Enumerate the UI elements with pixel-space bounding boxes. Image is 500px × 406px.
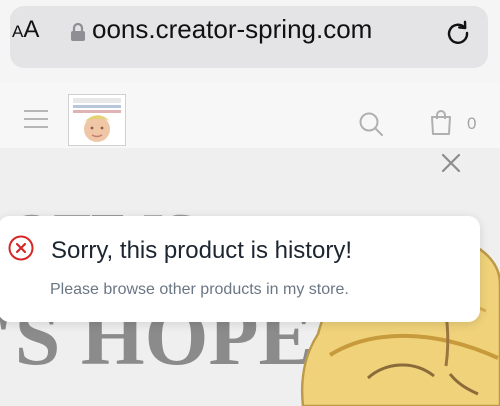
menu-icon[interactable]: [24, 110, 48, 128]
reload-icon[interactable]: [444, 19, 472, 47]
shopping-bag-icon[interactable]: [428, 108, 454, 136]
lock-icon: [71, 22, 85, 41]
text-size-button[interactable]: AA: [12, 16, 39, 44]
store-logo[interactable]: [68, 94, 126, 146]
close-icon[interactable]: [440, 152, 462, 174]
search-icon[interactable]: [357, 110, 385, 138]
url-text[interactable]: oons.creator-spring.com: [92, 14, 372, 45]
store-page: 0 OTE IS 'S HOPE Sorry, this product is …: [0, 82, 500, 406]
product-unavailable-toast: Sorry, this product is history! Please b…: [0, 216, 480, 322]
error-icon: [8, 235, 34, 261]
cart-count: 0: [467, 114, 477, 133]
store-header: 0: [0, 82, 500, 149]
browser-chrome: AA oons.creator-spring.com: [0, 0, 500, 82]
toast-message: Please browse other products in my store…: [50, 281, 349, 298]
toast-title: Sorry, this product is history!: [51, 237, 352, 264]
text-size-label-small: A: [12, 22, 24, 41]
text-size-label-large: A: [23, 16, 40, 43]
